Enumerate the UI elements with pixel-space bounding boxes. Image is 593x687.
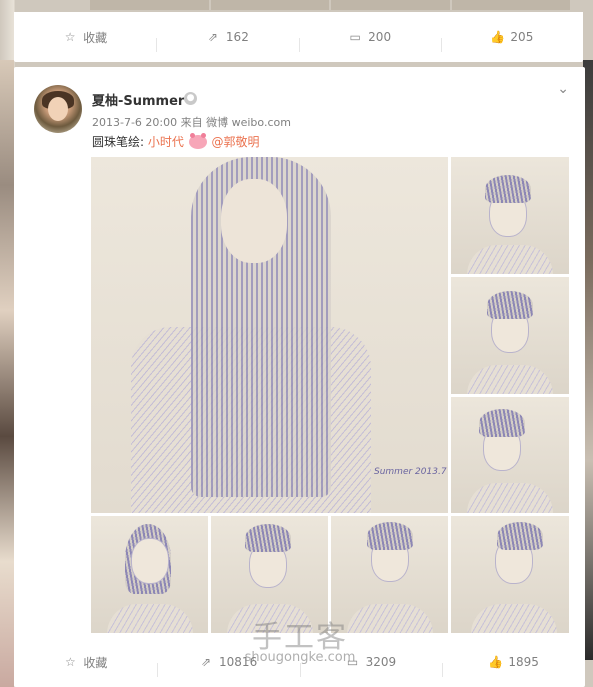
chevron-down-icon[interactable]: ⌄ <box>557 81 569 97</box>
repost-count: 10816 <box>219 655 258 669</box>
comment-button[interactable]: ▭ 200 <box>298 30 441 52</box>
post-action-bar: ☆ 收藏 ⇗ 10816 ▭ 3209 👍 1895 <box>14 637 585 687</box>
favorite-button[interactable]: ☆ 收藏 <box>14 654 157 671</box>
comment-count: 200 <box>368 30 392 44</box>
gallery-image-3[interactable] <box>451 277 569 394</box>
like-count: 205 <box>510 30 534 44</box>
mention-link[interactable]: @郭敬明 <box>212 135 260 149</box>
gallery-image-main[interactable]: Summer 2013.7 <box>91 157 448 513</box>
gallery-image-5[interactable] <box>91 516 208 633</box>
gallery-image-2[interactable] <box>451 157 569 274</box>
repost-button[interactable]: ⇗ 10816 <box>156 655 300 677</box>
star-icon: ☆ <box>64 655 76 669</box>
avatar[interactable] <box>34 85 82 133</box>
like-count: 1895 <box>508 655 539 669</box>
previous-post-card: ☆ 收藏 ⇗ 162 ▭ 200 👍 205 <box>14 12 583 62</box>
post-text: 圆珠笔绘: 小时代 @郭敬明 <box>92 133 260 150</box>
favorite-button[interactable]: ☆ 收藏 <box>14 29 156 46</box>
comment-icon: ▭ <box>346 655 359 669</box>
gallery-image-6[interactable] <box>211 516 328 633</box>
user-badge-icon: ● <box>184 92 197 105</box>
drawing-signature: Summer 2013.7 <box>374 467 447 477</box>
username-link[interactable]: 夏柚-Summer <box>92 90 184 109</box>
like-button[interactable]: 👍 1895 <box>442 655 585 677</box>
gallery-image-7[interactable] <box>331 516 448 633</box>
comment-icon: ▭ <box>349 30 361 44</box>
repost-button[interactable]: ⇗ 162 <box>156 30 298 52</box>
left-background-edge <box>0 60 14 687</box>
share-icon: ⇗ <box>201 655 212 669</box>
favorite-label: 收藏 <box>83 655 108 670</box>
star-icon: ☆ <box>64 30 76 44</box>
previous-post-action-bar: ☆ 收藏 ⇗ 162 ▭ 200 👍 205 <box>14 12 583 62</box>
post-text-prefix: 圆珠笔绘: <box>92 135 145 149</box>
favorite-label: 收藏 <box>83 30 108 45</box>
image-gallery: Summer 2013.7 <box>91 157 569 633</box>
background-thumbnails <box>90 0 570 10</box>
share-icon: ⇗ <box>207 30 218 44</box>
gallery-image-4[interactable] <box>451 397 569 513</box>
topic-link[interactable]: 小时代 <box>148 135 184 149</box>
comment-count: 3209 <box>365 655 397 669</box>
pig-emoji-icon <box>188 133 207 149</box>
repost-count: 162 <box>225 30 249 44</box>
post-meta: 2013-7-6 20:00 来自 微博 weibo.com <box>92 116 291 129</box>
like-icon: 👍 <box>490 30 506 44</box>
post-card: 夏柚-Summer ● 2013-7-6 20:00 来自 微博 weibo.c… <box>14 67 585 687</box>
gallery-image-8[interactable] <box>451 516 569 633</box>
like-icon: 👍 <box>488 655 504 669</box>
comment-button[interactable]: ▭ 3209 <box>299 655 443 677</box>
like-button[interactable]: 👍 205 <box>440 30 583 52</box>
